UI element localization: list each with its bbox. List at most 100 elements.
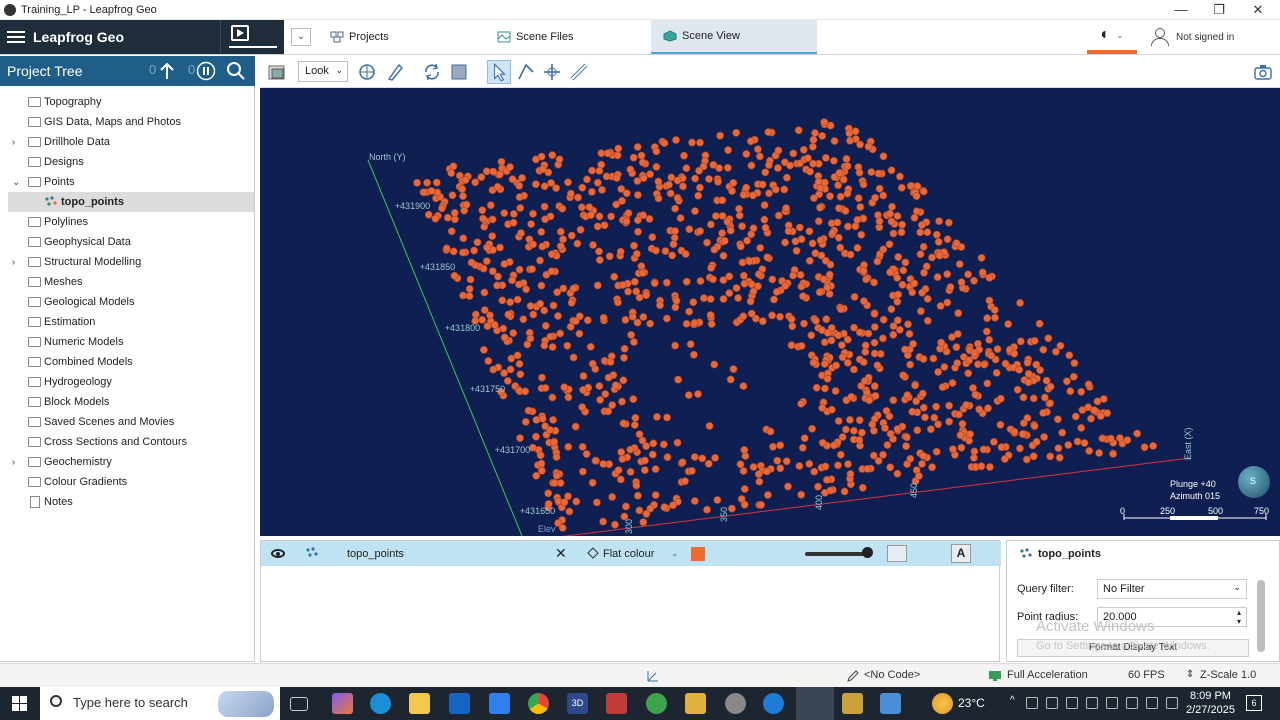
tree-item-polylines[interactable]: Polylines <box>0 212 254 232</box>
tree-item-geochemistry[interactable]: › Geochemistry <box>0 452 254 472</box>
visibility-eye-icon[interactable] <box>271 549 285 558</box>
tray-app-icon[interactable] <box>1066 697 1078 709</box>
minimize-button[interactable]: — <box>1162 0 1200 20</box>
slice-toggle-button[interactable] <box>887 545 907 562</box>
hamburger-menu-icon[interactable] <box>7 28 25 46</box>
chevron-right-icon[interactable]: › <box>12 457 22 468</box>
chevron-right-icon[interactable]: › <box>12 137 22 148</box>
taskbar-clock[interactable]: 8:09 PM 2/27/2025 <box>1186 689 1235 717</box>
rotate-view-icon[interactable] <box>357 62 377 82</box>
pen-app-icon[interactable] <box>489 693 510 714</box>
screenshot-camera-icon[interactable] <box>1253 62 1273 82</box>
tab-scene-view[interactable]: Scene View <box>651 20 817 54</box>
shape-list-row[interactable]: topo_points ✕ Flat colour ⌄ A <box>261 541 1001 566</box>
wifi-icon[interactable] <box>1126 697 1138 709</box>
leapfrog-taskbar-icon[interactable] <box>796 687 834 720</box>
draw-line-icon[interactable] <box>385 62 405 82</box>
opacity-slider[interactable] <box>805 552 867 556</box>
colour-swatch[interactable] <box>691 547 705 561</box>
tree-item-block-models[interactable]: Block Models <box>0 392 254 412</box>
move-points-icon[interactable] <box>542 62 562 82</box>
notification-center-button[interactable]: 6 <box>1246 695 1262 711</box>
tree-item-hydrogeology[interactable]: Hydrogeology <box>0 372 254 392</box>
tray-app-icon[interactable] <box>1106 697 1118 709</box>
chevron-right-icon[interactable]: › <box>12 257 22 268</box>
windows-start-button[interactable] <box>12 696 27 711</box>
tree-item-notes[interactable]: Notes <box>0 492 254 512</box>
web-app-icon[interactable] <box>763 693 784 714</box>
tree-item-saved-scenes-and-movies[interactable]: Saved Scenes and Movies <box>0 412 254 432</box>
map-app-icon[interactable] <box>842 693 863 714</box>
tabs-dropdown-button[interactable]: ⌄ <box>291 28 311 46</box>
disk-utility-icon[interactable] <box>725 693 746 714</box>
maximize-button[interactable]: ❐ <box>1200 0 1238 20</box>
tree-item-topography[interactable]: Topography <box>0 92 254 112</box>
network-app-icon[interactable] <box>880 693 901 714</box>
file-explorer-icon[interactable] <box>409 693 430 714</box>
pdf-reader-icon[interactable] <box>606 693 627 714</box>
weather-temperature[interactable]: 23°C <box>958 696 985 710</box>
tree-item-topo-points[interactable]: topo_points <box>8 192 254 212</box>
chrome-browser-icon[interactable] <box>528 693 549 714</box>
play-scene-button[interactable] <box>220 20 284 54</box>
tray-app-icon[interactable] <box>1046 697 1058 709</box>
slicer-panel-icon[interactable] <box>267 62 287 82</box>
zscale-status[interactable]: Z-Scale 1.0 <box>1200 669 1256 681</box>
tree-item-estimation[interactable]: Estimation <box>0 312 254 332</box>
look-dropdown[interactable]: Look ⌄ <box>298 61 348 82</box>
tab-scene-files[interactable]: Scene Files <box>497 20 573 54</box>
tree-item-colour-gradients[interactable]: Colour Gradients <box>0 472 254 492</box>
properties-scrollbar[interactable] <box>1257 580 1265 652</box>
scene-canvas[interactable]: +431900 +431850 +431800 +431750 +431700 +4316… <box>260 88 1280 536</box>
upload-arrow-icon[interactable] <box>157 61 177 81</box>
chevron-up-icon[interactable]: ^ <box>1010 695 1022 707</box>
tree-item-geological-models[interactable]: Geological Models <box>0 292 254 312</box>
colour-picker-button[interactable]: ◐ ⌄ <box>1087 20 1137 54</box>
tab-projects[interactable]: Projects <box>330 20 389 54</box>
volume-icon[interactable] <box>1146 697 1158 709</box>
remove-shape-icon[interactable]: ✕ <box>555 545 567 562</box>
pencil-icon[interactable] <box>846 669 860 683</box>
tray-app-icon[interactable] <box>1086 697 1098 709</box>
copilot-icon[interactable] <box>332 693 353 714</box>
tray-app-icon[interactable] <box>1026 697 1038 709</box>
outlook-icon[interactable] <box>449 693 470 714</box>
pause-icon[interactable] <box>196 61 216 81</box>
chevron-down-icon[interactable]: ⌄ <box>12 177 22 188</box>
tree-item-gis-data-maps-and-photos[interactable]: GIS Data, Maps and Photos <box>0 112 254 132</box>
orientation-compass[interactable]: S <box>1238 466 1270 498</box>
chevron-down-icon[interactable]: ⌄ <box>671 548 679 559</box>
tree-item-structural-modelling[interactable]: › Structural Modelling <box>0 252 254 272</box>
taskbar-search-box[interactable]: Type here to search <box>40 687 280 720</box>
search-icon[interactable] <box>226 61 246 81</box>
tree-item-meshes[interactable]: Meshes <box>0 272 254 292</box>
refresh-view-icon[interactable] <box>422 62 442 82</box>
battery-icon[interactable] <box>1166 697 1178 709</box>
tree-item-points[interactable]: ⌄ Points <box>0 172 254 192</box>
tree-item-cross-sections-and-contours[interactable]: Cross Sections and Contours <box>0 432 254 452</box>
tree-item-numeric-models[interactable]: Numeric Models <box>0 332 254 352</box>
display-mode-select[interactable]: Flat colour <box>603 548 654 560</box>
query-filter-select[interactable]: No Filter ⌄ <box>1097 579 1247 599</box>
slice-box-icon[interactable] <box>449 62 469 82</box>
show-text-button[interactable]: A <box>951 544 971 563</box>
edge-browser-icon[interactable] <box>370 693 391 714</box>
opacity-slider-handle[interactable] <box>862 547 873 558</box>
select-tool-button[interactable] <box>487 60 511 84</box>
tree-item-drillhole-data[interactable]: › Drillhole Data <box>0 132 254 152</box>
tree-item-designs[interactable]: Designs <box>0 152 254 172</box>
measure-ruler-icon[interactable] <box>569 62 589 82</box>
close-window-button[interactable]: ✕ <box>1239 0 1277 20</box>
user-account-button[interactable]: Not signed in <box>1150 20 1234 54</box>
tree-item-combined-models[interactable]: Combined Models <box>0 352 254 372</box>
weather-icon[interactable] <box>932 693 953 714</box>
scene-3d-view[interactable]: +431900 +431850 +431800 +431750 +431700 +4316… <box>260 88 1280 536</box>
3d-viewer-icon[interactable]: 3D <box>567 693 588 714</box>
archive-app-icon[interactable] <box>685 693 706 714</box>
task-view-icon[interactable] <box>290 697 308 711</box>
qgis-icon[interactable] <box>646 693 667 714</box>
draw-polyline-icon[interactable] <box>516 62 536 82</box>
stepper-arrows-icon[interactable]: ▴ ▾ <box>1237 608 1241 626</box>
axes-icon[interactable] <box>646 669 660 683</box>
tree-item-geophysical-data[interactable]: Geophysical Data <box>0 232 254 252</box>
